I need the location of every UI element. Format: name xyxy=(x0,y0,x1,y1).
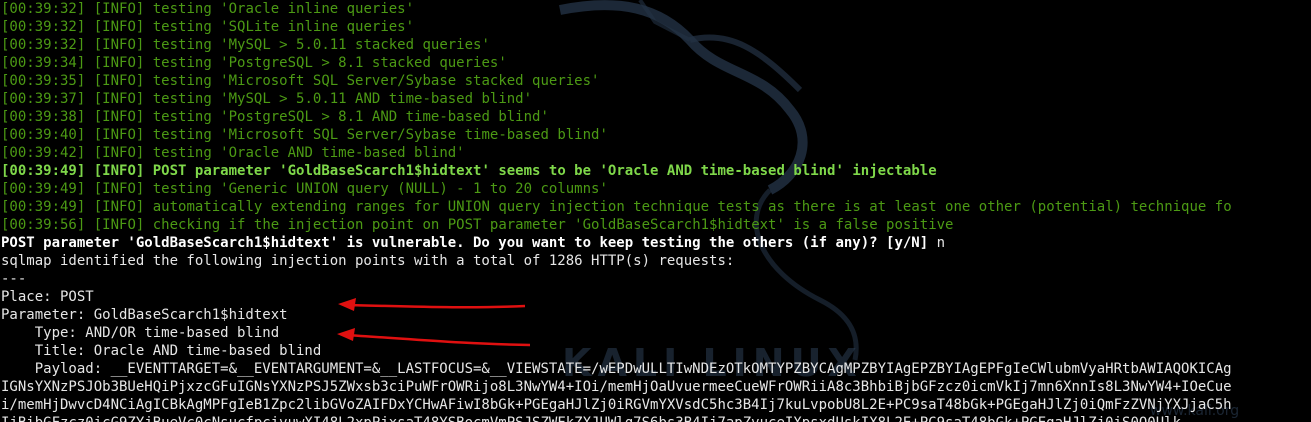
log-line: [00:39:32] [INFO] testing 'Oracle inline… xyxy=(1,0,1232,18)
identified-line: sqlmap identified the following injectio… xyxy=(1,253,735,269)
log-message: testing 'PostgreSQL > 8.1 AND time-based… xyxy=(152,109,549,125)
payload-continuation-1: IGNsYXNzPSJOb3BUeHQiPjxzcGFuIGNsYXNzPSJ5… xyxy=(1,379,1232,395)
log-message: POST parameter 'GoldBaseScarch1$hidtext'… xyxy=(152,163,937,179)
log-timestamp: [00:39:34] xyxy=(1,55,86,71)
place-line: Place: POST xyxy=(1,289,94,305)
log-message: testing 'Generic UNION query (NULL) - 1 … xyxy=(152,181,608,197)
log-timestamp: [00:39:32] xyxy=(1,19,86,35)
log-line: [00:39:32] [INFO] testing 'SQLite inline… xyxy=(1,18,1232,36)
log-message: testing 'Oracle inline queries' xyxy=(152,1,415,17)
log-level: [INFO] xyxy=(93,37,145,53)
payload-line: Payload: __EVENTTARGET=&__EVENTARGUMENT=… xyxy=(1,361,1232,377)
log-message: testing 'Microsoft SQL Server/Sybase sta… xyxy=(152,73,600,89)
payload-continuation-2: i/memHjDwvcD4NCiAgICBkAgMPFgIeB1Zpc2libG… xyxy=(1,397,1232,413)
prompt-answer: n xyxy=(936,235,946,251)
log-message: testing 'MySQL > 5.0.11 stacked queries' xyxy=(152,37,490,53)
log-level: [INFO] xyxy=(93,91,145,107)
vulnerable-prompt-line: POST parameter 'GoldBaseScarch1$hidtext'… xyxy=(1,234,1232,252)
log-level: [INFO] xyxy=(93,109,145,125)
log-timestamp: [00:39:40] xyxy=(1,127,86,143)
log-line: [00:39:49] [INFO] testing 'Generic UNION… xyxy=(1,180,1232,198)
log-lines: [00:39:32] [INFO] testing 'Oracle inline… xyxy=(1,0,1232,234)
log-level: [INFO] xyxy=(93,127,145,143)
log-line: [00:39:49] [INFO] automatically extendin… xyxy=(1,198,1232,216)
log-timestamp: [00:39:42] xyxy=(1,145,86,161)
log-timestamp: [00:39:38] xyxy=(1,109,86,125)
log-timestamp: [00:39:32] xyxy=(1,37,86,53)
log-message: testing 'MySQL > 5.0.11 AND time-based b… xyxy=(152,91,533,107)
log-message: checking if the injection point on POST … xyxy=(152,217,954,233)
log-line: [00:39:40] [INFO] testing 'Microsoft SQL… xyxy=(1,126,1232,144)
log-line: [00:39:35] [INFO] testing 'Microsoft SQL… xyxy=(1,72,1232,90)
log-message: testing 'Oracle AND time-based blind' xyxy=(152,145,465,161)
log-level: [INFO] xyxy=(93,145,145,161)
log-level: [INFO] xyxy=(93,73,145,89)
log-message: testing 'Microsoft SQL Server/Sybase tim… xyxy=(152,127,608,143)
log-line: [00:39:42] [INFO] testing 'Oracle AND ti… xyxy=(1,144,1232,162)
log-line: [00:39:34] [INFO] testing 'PostgreSQL > … xyxy=(1,54,1232,72)
log-level: [INFO] xyxy=(93,199,145,215)
type-line: Type: AND/OR time-based blind xyxy=(1,325,280,341)
terminal-output: [00:39:32] [INFO] testing 'Oracle inline… xyxy=(1,0,1232,422)
parameter-line: Parameter: GoldBaseScarch1$hidtext xyxy=(1,307,288,323)
log-level: [INFO] xyxy=(93,163,145,179)
log-timestamp: [00:39:32] xyxy=(1,1,86,17)
log-timestamp: [00:39:35] xyxy=(1,73,86,89)
log-timestamp: [00:39:37] xyxy=(1,91,86,107)
log-timestamp: [00:39:49] xyxy=(1,163,86,179)
log-level: [INFO] xyxy=(93,1,145,17)
separator-line: --- xyxy=(1,271,27,287)
log-timestamp: [00:39:49] xyxy=(1,181,86,197)
log-level: [INFO] xyxy=(93,181,145,197)
payload-continuation-3: IjBibGFzcz0icG9ZYjBueVc0cNsucfpcivuwXI48… xyxy=(1,414,1232,422)
log-message: testing 'PostgreSQL > 8.1 stacked querie… xyxy=(152,55,507,71)
log-timestamp: [00:39:56] xyxy=(1,217,86,233)
log-level: [INFO] xyxy=(93,217,145,233)
terminal-window[interactable]: KALI LINUX www.kali.org [00:39:32] [INFO… xyxy=(0,0,1311,422)
log-line: [00:39:38] [INFO] testing 'PostgreSQL > … xyxy=(1,108,1232,126)
log-timestamp: [00:39:49] xyxy=(1,199,86,215)
log-level: [INFO] xyxy=(93,19,145,35)
log-line-injectable: [00:39:49] [INFO] POST parameter 'GoldBa… xyxy=(1,162,1232,180)
log-line: [00:39:32] [INFO] testing 'MySQL > 5.0.1… xyxy=(1,36,1232,54)
log-level: [INFO] xyxy=(93,55,145,71)
log-line: [00:39:56] [INFO] checking if the inject… xyxy=(1,216,1232,234)
log-line: [00:39:37] [INFO] testing 'MySQL > 5.0.1… xyxy=(1,90,1232,108)
log-message: testing 'SQLite inline queries' xyxy=(152,19,415,35)
log-message: automatically extending ranges for UNION… xyxy=(152,199,1232,215)
prompt-question: POST parameter 'GoldBaseScarch1$hidtext'… xyxy=(1,235,937,251)
title-line: Title: Oracle AND time-based blind xyxy=(1,343,322,359)
